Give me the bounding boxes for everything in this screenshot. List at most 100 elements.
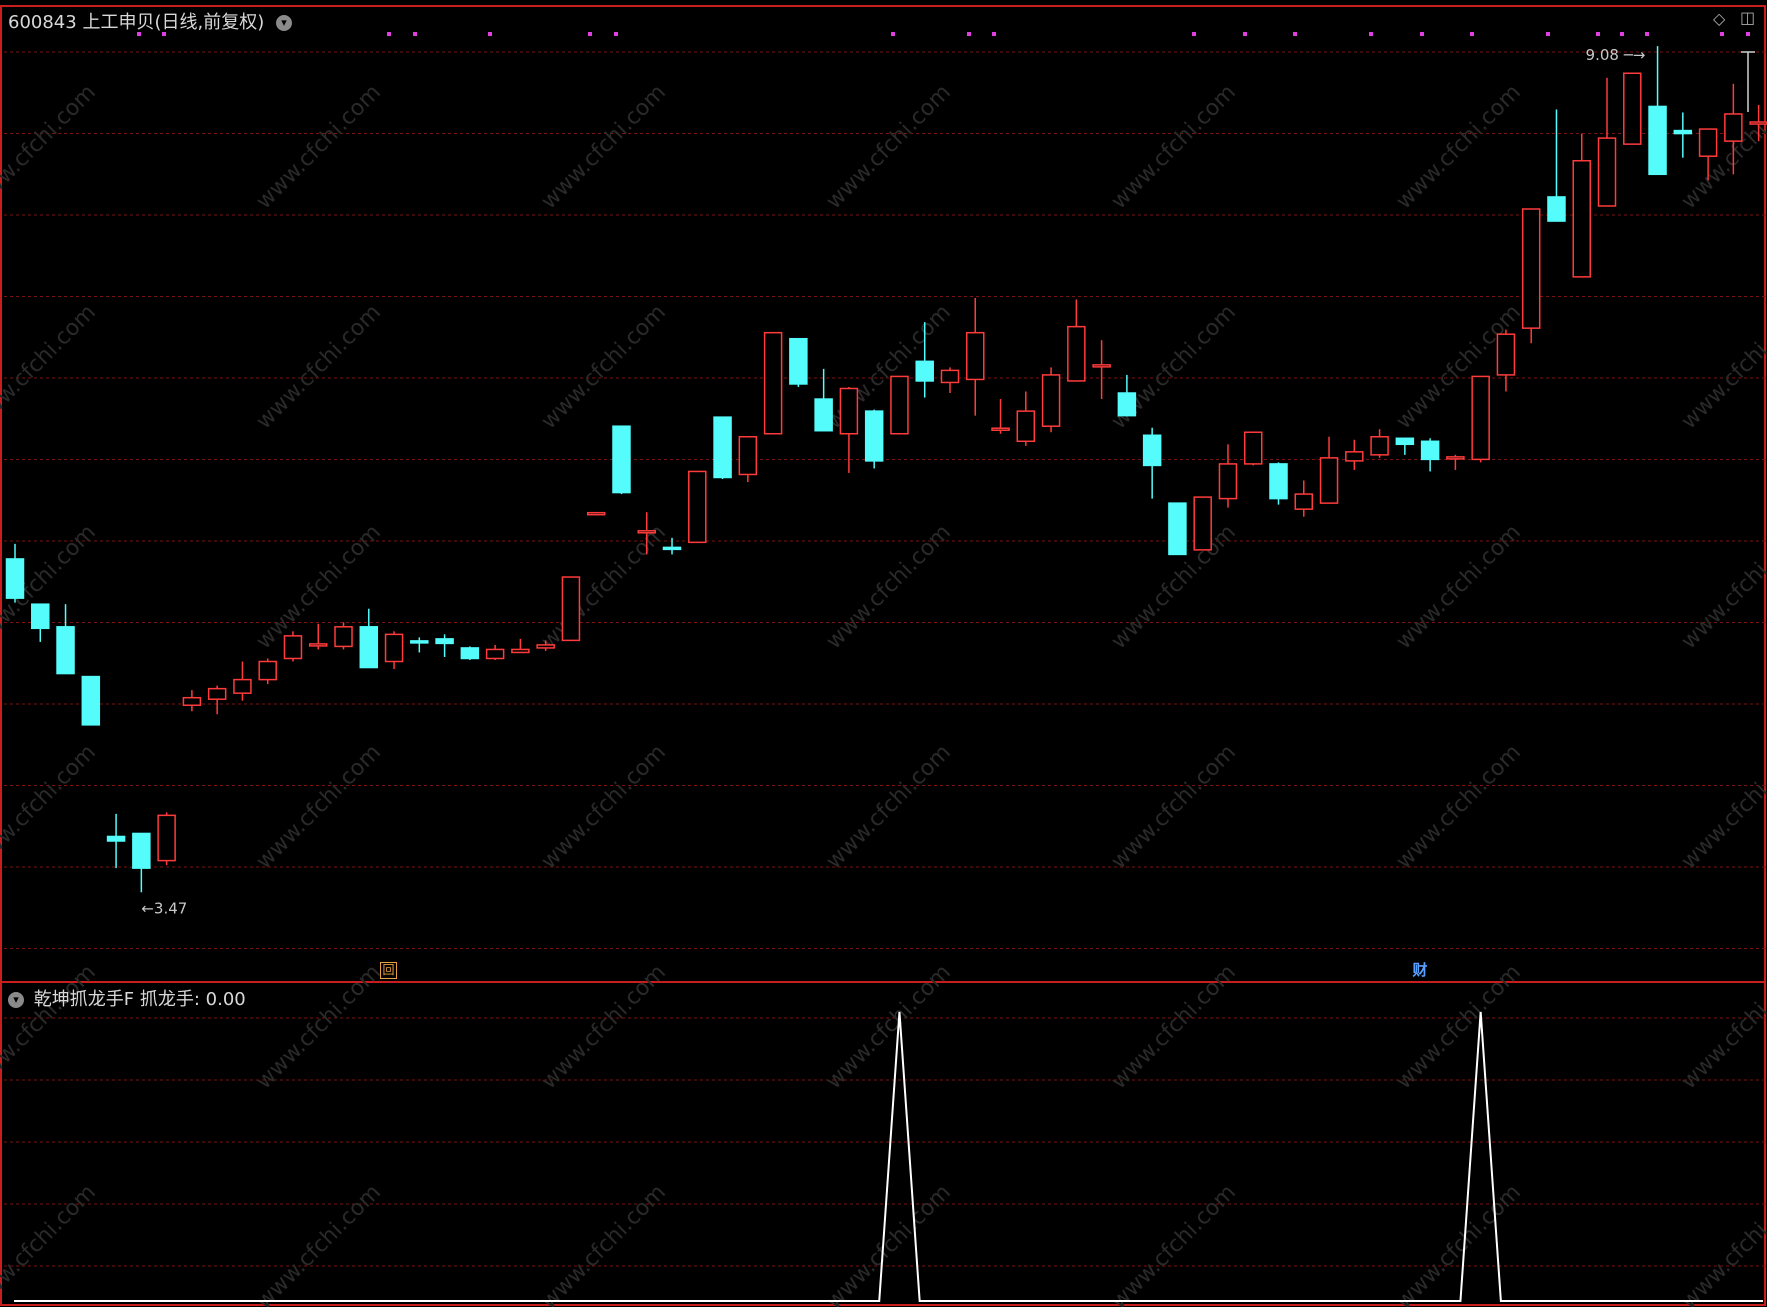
candle — [157, 812, 176, 866]
diamond-icon[interactable]: ◇ — [1713, 9, 1725, 28]
candle — [1294, 480, 1314, 517]
signal-dot — [1596, 32, 1600, 36]
candle-body — [31, 603, 50, 630]
candle — [1269, 462, 1288, 505]
candle-body — [258, 660, 277, 681]
high-price-label: 9.08 ─→ — [1586, 46, 1646, 64]
candle-body — [485, 648, 505, 660]
candle-body — [991, 427, 1010, 431]
watermark-text: www.cfchi.com — [252, 1180, 386, 1307]
candle — [1016, 391, 1036, 446]
signal-dot — [1192, 32, 1196, 36]
candle — [1067, 299, 1086, 382]
candle — [1648, 46, 1667, 176]
signal-dot — [387, 32, 391, 36]
candle — [1420, 438, 1440, 472]
watermark-text: www.cfchi.com — [1677, 960, 1767, 1094]
candle-body — [283, 635, 303, 660]
candle-body — [1547, 196, 1566, 222]
watermark-text: www.cfchi.com — [0, 300, 101, 434]
chart-header: 600843 上工申贝(日线,前复权) ▾ — [8, 8, 292, 34]
candle — [561, 576, 581, 642]
candle-body — [359, 626, 379, 669]
watermark-text: www.cfchi.com — [1392, 1180, 1526, 1307]
candle-body — [1067, 325, 1086, 382]
candle — [511, 638, 530, 654]
candle — [132, 832, 151, 893]
candle — [814, 368, 833, 432]
signal-dot — [1470, 32, 1474, 36]
event-marker-hui[interactable]: 回 — [380, 962, 397, 979]
watermark-text: www.cfchi.com — [1392, 80, 1526, 214]
signal-dot — [1546, 32, 1550, 36]
candle-body — [713, 416, 732, 479]
candle-body — [207, 687, 227, 700]
candle-body — [1218, 463, 1238, 500]
candle — [586, 511, 606, 516]
watermark-text: www.cfchi.com — [537, 740, 671, 874]
candle — [1496, 329, 1516, 392]
candle — [56, 604, 75, 675]
indicator-value: 0.00 — [205, 989, 246, 1010]
candle — [864, 409, 884, 469]
candle — [1370, 429, 1389, 458]
watermark-text: www.cfchi.com — [1107, 960, 1241, 1094]
candle — [359, 608, 379, 669]
candle-body — [435, 638, 454, 645]
candle-body — [132, 832, 151, 869]
candle-body — [1724, 113, 1743, 142]
candle — [1446, 454, 1465, 470]
candle-body — [157, 814, 176, 862]
watermark-layer: www.cfchi.com www.cfchi.com www.cfchi.com w… — [0, 80, 1767, 1307]
candle-body — [1471, 375, 1490, 461]
candle-body — [1269, 463, 1288, 500]
event-marker-cai[interactable]: 财 — [1410, 962, 1430, 979]
window-icon[interactable]: ◫ — [1740, 8, 1755, 27]
candle-body — [1345, 451, 1364, 462]
candle-body — [940, 369, 960, 384]
kline-chart-canvas[interactable]: www.cfchi.com www.cfchi.com www.cfchi.com w… — [0, 0, 1767, 1307]
stock-name: 上工申贝 — [82, 12, 155, 33]
candle — [308, 623, 328, 650]
candle-body — [1496, 333, 1516, 376]
candle-body — [308, 643, 328, 647]
signal-dot — [1293, 32, 1297, 36]
candle-body — [1673, 129, 1693, 135]
candle-body — [5, 558, 25, 599]
candle — [460, 646, 480, 660]
signal-dot — [1720, 32, 1724, 36]
candle-body — [410, 640, 429, 644]
candle-body — [1294, 493, 1314, 510]
chevron-down-icon[interactable]: ▾ — [275, 15, 292, 31]
watermark-text: www.cfchi.com — [1677, 520, 1767, 654]
signal-dot — [891, 32, 895, 36]
watermark-text: www.cfchi.com — [537, 520, 671, 654]
signal-dot — [967, 32, 971, 36]
candle-body — [1623, 72, 1642, 145]
watermark-text: www.cfchi.com — [1677, 1180, 1767, 1307]
candle-body — [81, 675, 101, 726]
candle — [1521, 208, 1541, 344]
watermark-text: www.cfchi.com — [822, 1180, 956, 1307]
candle — [991, 399, 1010, 434]
candle-body — [511, 648, 530, 654]
candle — [839, 386, 859, 473]
indicator-label: 抓龙手: — [139, 989, 200, 1010]
candle-body — [688, 470, 707, 544]
candle — [1623, 72, 1642, 145]
candle — [966, 297, 985, 416]
indicator-name: 乾坤抓龙手F — [33, 989, 135, 1010]
candle-body — [1117, 392, 1137, 417]
signal-dot — [488, 32, 492, 36]
candle-body — [1142, 434, 1162, 467]
candle — [1572, 133, 1591, 278]
candle — [789, 337, 808, 387]
chevron-down-icon[interactable]: ▾ — [8, 992, 24, 1008]
watermark-text: www.cfchi.com — [1677, 740, 1767, 874]
candle-body — [1597, 137, 1617, 207]
candle — [283, 631, 303, 662]
signal-dot — [1645, 32, 1649, 36]
candle-body — [1016, 410, 1036, 443]
stock-code: 600843 — [8, 12, 77, 33]
candle-body — [789, 337, 808, 385]
